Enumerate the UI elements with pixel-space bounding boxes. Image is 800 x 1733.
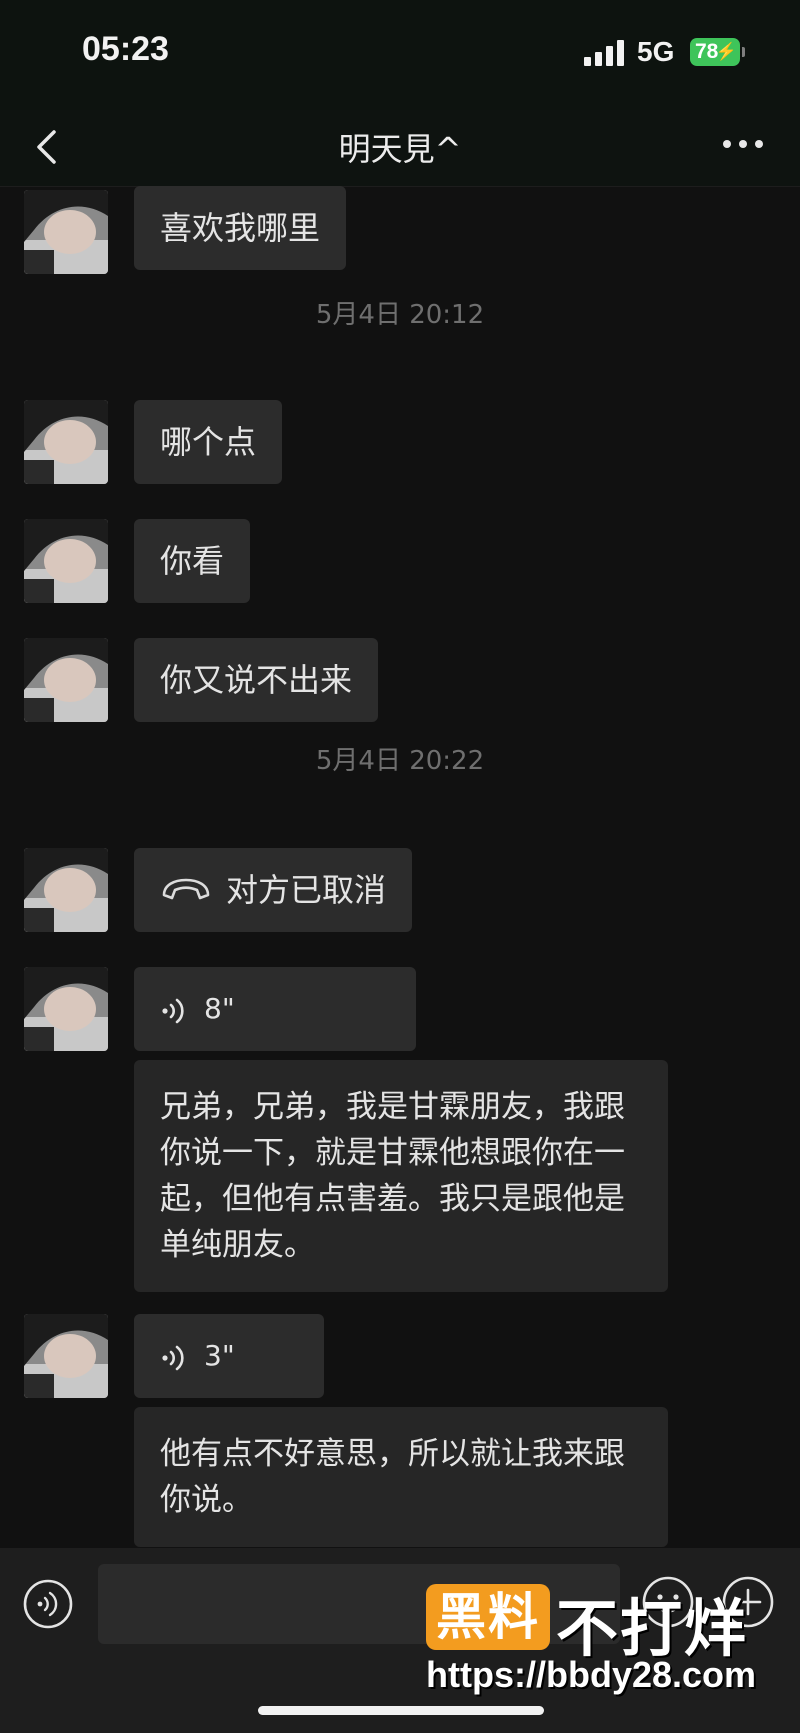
chat-header: 明天見^ <box>0 110 800 187</box>
status-bar: 05:23 5G 78 ⚡ <box>0 0 800 110</box>
battery-cap <box>742 47 745 57</box>
message-bubble[interactable]: 喜欢我哪里 <box>134 186 347 270</box>
more-dots-icon[interactable] <box>720 124 770 164</box>
voice-wave-icon <box>160 1342 188 1371</box>
avatar[interactable] <box>24 1314 108 1398</box>
voice-duration: 3" <box>204 1339 235 1372</box>
watermark-logo: 黑料 <box>426 1584 550 1650</box>
avatar[interactable] <box>24 848 108 932</box>
voice-duration: 8" <box>204 992 235 1025</box>
voice-message-bubble[interactable]: 3" <box>134 1314 324 1398</box>
avatar[interactable] <box>24 967 108 1051</box>
battery-icon: 78 ⚡ <box>690 38 740 66</box>
chat-area[interactable]: 喜欢我哪里 5月4日 20:12 哪个点 你看 你又说不出来 5月4日 20:2… <box>0 186 800 1548</box>
voice-transcript[interactable]: 兄弟，兄弟，我是甘霖朋友，我跟你说一下，就是甘霖他想跟你在一起，但他有点害羞。我… <box>134 1060 668 1292</box>
voice-wave-icon <box>160 995 188 1024</box>
message-bubble[interactable]: 你又说不出来 <box>134 638 379 722</box>
charging-icon: ⚡ <box>715 42 737 61</box>
message-bubble[interactable]: 你看 <box>134 519 251 603</box>
voice-input-icon[interactable] <box>22 1578 74 1630</box>
chat-title: 明天見^ <box>338 130 462 168</box>
back-chevron-icon[interactable] <box>30 122 70 172</box>
status-time: 05:23 <box>82 30 169 68</box>
avatar[interactable] <box>24 638 108 722</box>
watermark-url: https://bbdy28.com <box>426 1654 757 1695</box>
signal-icon <box>584 40 626 66</box>
call-message-bubble[interactable]: 对方已取消 <box>134 848 413 934</box>
network-label: 5G <box>637 36 675 67</box>
call-status-text: 对方已取消 <box>226 871 387 909</box>
home-indicator[interactable] <box>258 1706 544 1715</box>
avatar[interactable] <box>24 519 108 603</box>
avatar[interactable] <box>24 190 108 274</box>
message-bubble[interactable]: 哪个点 <box>134 400 283 484</box>
voice-message-bubble[interactable]: 8" <box>134 967 416 1051</box>
avatar[interactable] <box>24 400 108 484</box>
timestamp: 5月4日 20:22 <box>315 746 485 776</box>
voice-transcript[interactable]: 他有点不好意思，所以就让我来跟你说。 <box>134 1407 668 1547</box>
phone-hangup-icon <box>160 850 212 934</box>
timestamp: 5月4日 20:12 <box>315 300 485 330</box>
